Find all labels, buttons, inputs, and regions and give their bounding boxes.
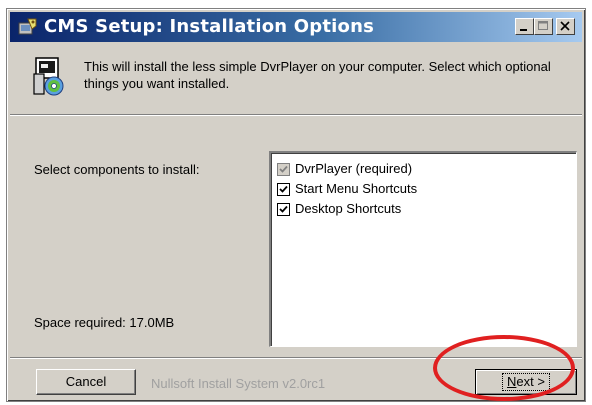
setup-window: CMS Setup: Installation Options This wil… bbox=[6, 8, 586, 402]
minimize-icon bbox=[520, 29, 527, 31]
title-bar[interactable]: CMS Setup: Installation Options bbox=[10, 12, 582, 42]
component-label: Start Menu Shortcuts bbox=[295, 181, 418, 196]
nsis-branding: Nullsoft Install System v2.0rc1 bbox=[151, 376, 326, 391]
component-label: DvrPlayer (required) bbox=[295, 161, 413, 176]
next-label-rest: ext > bbox=[516, 374, 545, 389]
components-label: Select components to install: bbox=[34, 162, 200, 177]
window-title: CMS Setup: Installation Options bbox=[44, 16, 375, 37]
next-button[interactable]: Next > bbox=[475, 369, 577, 395]
close-icon bbox=[560, 21, 570, 31]
footer-divider bbox=[10, 357, 582, 359]
header-description: This will install the less simple DvrPla… bbox=[84, 59, 551, 91]
header-divider bbox=[10, 114, 582, 116]
checkmark-icon bbox=[279, 205, 288, 213]
space-required: Space required: 17.0MB bbox=[34, 315, 175, 330]
checkbox-desktop[interactable] bbox=[277, 203, 290, 216]
next-button-label: Next > bbox=[502, 373, 550, 391]
checkbox-start-menu[interactable] bbox=[277, 183, 290, 196]
maximize-icon bbox=[538, 21, 548, 30]
checkmark-icon bbox=[279, 185, 288, 193]
installer-icon bbox=[32, 56, 68, 96]
setup-app-icon bbox=[16, 17, 38, 37]
next-mnemonic: N bbox=[507, 374, 517, 389]
maximize-button[interactable] bbox=[534, 18, 553, 35]
checkmark-icon bbox=[279, 165, 288, 173]
checkbox-dvrplayer bbox=[277, 163, 290, 176]
components-list[interactable]: DvrPlayer (required) Start Menu Shortcut… bbox=[269, 151, 577, 347]
close-button[interactable] bbox=[556, 18, 575, 35]
minimize-button[interactable] bbox=[515, 18, 534, 35]
cancel-button[interactable]: Cancel bbox=[36, 369, 136, 395]
dialog-header: This will install the less simple DvrPla… bbox=[10, 42, 582, 114]
component-label: Desktop Shortcuts bbox=[295, 201, 402, 216]
